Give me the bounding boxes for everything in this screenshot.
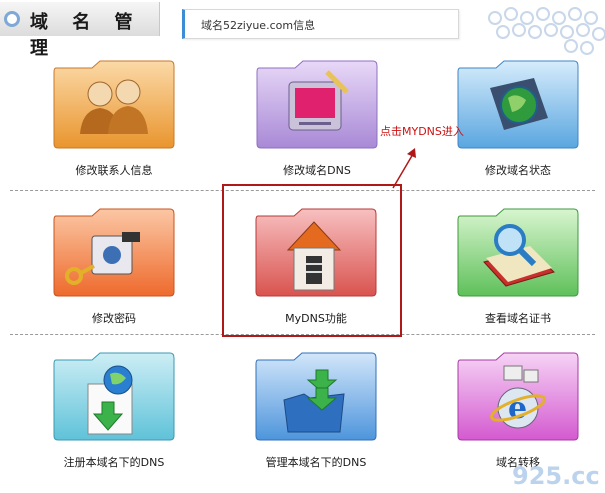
ie-transfer-icon: e xyxy=(457,352,579,441)
page-title: 域 名 管 理 xyxy=(30,12,142,59)
magnifier-book-icon xyxy=(457,208,579,297)
tile-label: 修改密码 xyxy=(92,312,136,325)
tile-edit-dns[interactable]: 修改域名DNS xyxy=(255,58,379,178)
manage-dns-icon xyxy=(255,352,377,441)
page-header: 域 名 管 理 域名52ziyue.com信息 xyxy=(0,0,605,59)
tile-edit-status[interactable]: 修改域名状态 xyxy=(456,58,580,178)
annotation-text: 点击MYDNS进入 xyxy=(380,125,464,138)
tile-edit-contacts[interactable]: 修改联系人信息 xyxy=(52,58,176,178)
tile-label: 注册本域名下的DNS xyxy=(63,456,165,469)
tile-label: 修改域名状态 xyxy=(485,164,551,177)
annotation-arrow-icon xyxy=(392,148,416,189)
title-bar: 域 名 管 理 xyxy=(0,2,160,59)
domain-info-box: 域名52ziyue.com信息 xyxy=(182,9,459,39)
tile-view-certificate[interactable]: 查看域名证书 xyxy=(456,206,580,326)
tile-register-dns[interactable]: 注册本域名下的DNS xyxy=(52,350,176,470)
highlight-box xyxy=(222,184,402,337)
computer-icon xyxy=(256,60,378,149)
watermark-logo: 925.cc xyxy=(512,462,600,490)
circle-icon xyxy=(4,11,20,27)
svg-text:925.cc: 925.cc xyxy=(512,462,600,490)
tile-label: 查看域名证书 xyxy=(485,312,551,325)
register-dns-icon xyxy=(53,352,175,441)
contacts-icon xyxy=(53,60,175,149)
tile-domain-transfer[interactable]: e 域名转移 xyxy=(456,350,580,470)
tile-label: 修改联系人信息 xyxy=(75,164,153,177)
globe-icon xyxy=(457,60,579,149)
tile-change-password[interactable]: 修改密码 xyxy=(52,206,176,326)
tile-label: 管理本域名下的DNS xyxy=(265,456,367,469)
decorative-circles-icon xyxy=(488,7,605,55)
tile-label: 修改域名DNS xyxy=(283,164,351,177)
domain-info-text: 域名52ziyue.com信息 xyxy=(201,19,316,32)
tile-manage-dns[interactable]: 管理本域名下的DNS xyxy=(254,350,378,470)
key-lock-icon xyxy=(53,208,175,297)
